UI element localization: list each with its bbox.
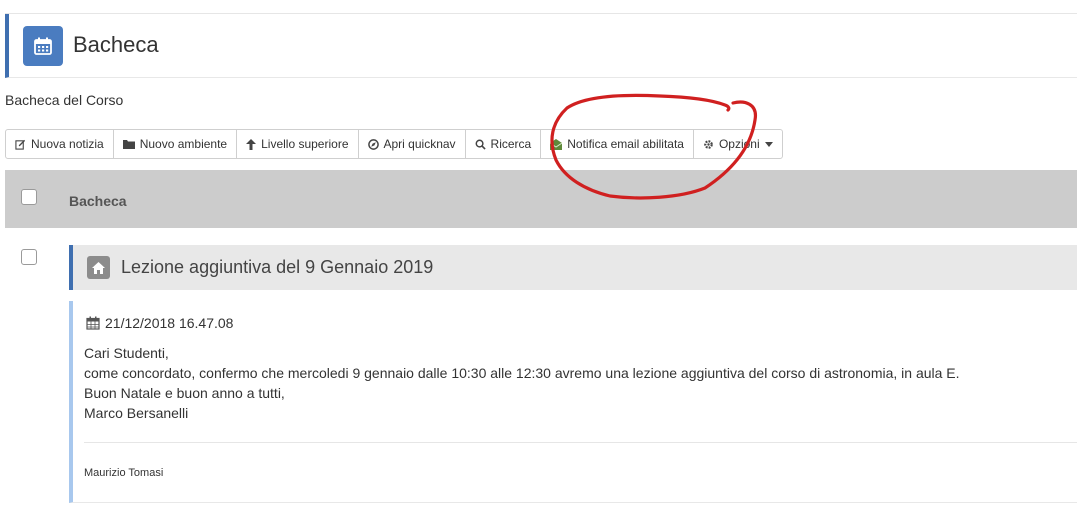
news-item-text: Cari Studenti, come concordato, confermo… xyxy=(84,343,960,423)
news-item-divider xyxy=(84,442,1077,443)
edit-icon xyxy=(15,139,26,150)
calendar-icon xyxy=(86,316,100,330)
news-item-body: 21/12/2018 16.47.08 Cari Studenti, come … xyxy=(69,301,1077,503)
home-icon xyxy=(87,256,110,279)
options-dropdown[interactable]: Opzioni xyxy=(692,129,783,159)
news-item-line: Buon Natale e buon anno a tutti, xyxy=(84,385,285,401)
envelope-open-icon xyxy=(550,138,563,150)
news-item-date-text: 21/12/2018 16.47.08 xyxy=(105,315,234,331)
news-item-line: Marco Bersanelli xyxy=(84,405,189,421)
news-item-title-bar[interactable]: Lezione aggiuntiva del 9 Gennaio 2019 xyxy=(69,245,1077,290)
open-quicknav-button[interactable]: Apri quicknav xyxy=(357,129,466,159)
toolbar: Nuova notizia Nuovo ambiente Livello sup… xyxy=(5,129,783,159)
email-notification-button[interactable]: Notifica email abilitata xyxy=(540,129,694,159)
news-item-author: Maurizio Tomasi xyxy=(84,467,164,479)
email-notification-label: Notifica email abilitata xyxy=(567,137,684,151)
search-button[interactable]: Ricerca xyxy=(464,129,542,159)
search-label: Ricerca xyxy=(490,137,532,151)
parent-level-label: Livello superiore xyxy=(261,137,349,151)
calendar-icon xyxy=(23,26,63,66)
new-news-label: Nuova notizia xyxy=(31,137,104,151)
news-item-title[interactable]: Lezione aggiuntiva del 9 Gennaio 2019 xyxy=(121,257,433,278)
parent-level-button[interactable]: Livello superiore xyxy=(236,129,359,159)
page-title: Bacheca xyxy=(73,32,159,57)
list-header-label: Bacheca xyxy=(69,193,127,209)
new-environment-button[interactable]: Nuovo ambiente xyxy=(112,129,238,159)
news-item-line: come concordato, confermo che mercoledi … xyxy=(84,365,960,381)
item-checkbox[interactable] xyxy=(21,249,37,265)
select-all-checkbox[interactable] xyxy=(21,189,37,205)
options-label: Opzioni xyxy=(718,137,760,151)
open-quicknav-label: Apri quicknav xyxy=(383,137,456,151)
arrow-up-icon xyxy=(246,138,257,150)
news-item-line: Cari Studenti, xyxy=(84,345,169,361)
page-header: Bacheca xyxy=(5,14,1077,78)
search-icon xyxy=(475,139,486,150)
caret-down-icon xyxy=(764,141,773,147)
compass-icon xyxy=(367,138,379,150)
news-item-date: 21/12/2018 16.47.08 xyxy=(86,315,233,331)
gear-icon xyxy=(703,139,714,150)
new-environment-label: Nuovo ambiente xyxy=(139,137,228,151)
folder-icon xyxy=(122,139,135,149)
new-news-button[interactable]: Nuova notizia xyxy=(5,129,114,159)
page-subtitle: Bacheca del Corso xyxy=(5,92,124,108)
list-header: Bacheca xyxy=(5,170,1077,228)
